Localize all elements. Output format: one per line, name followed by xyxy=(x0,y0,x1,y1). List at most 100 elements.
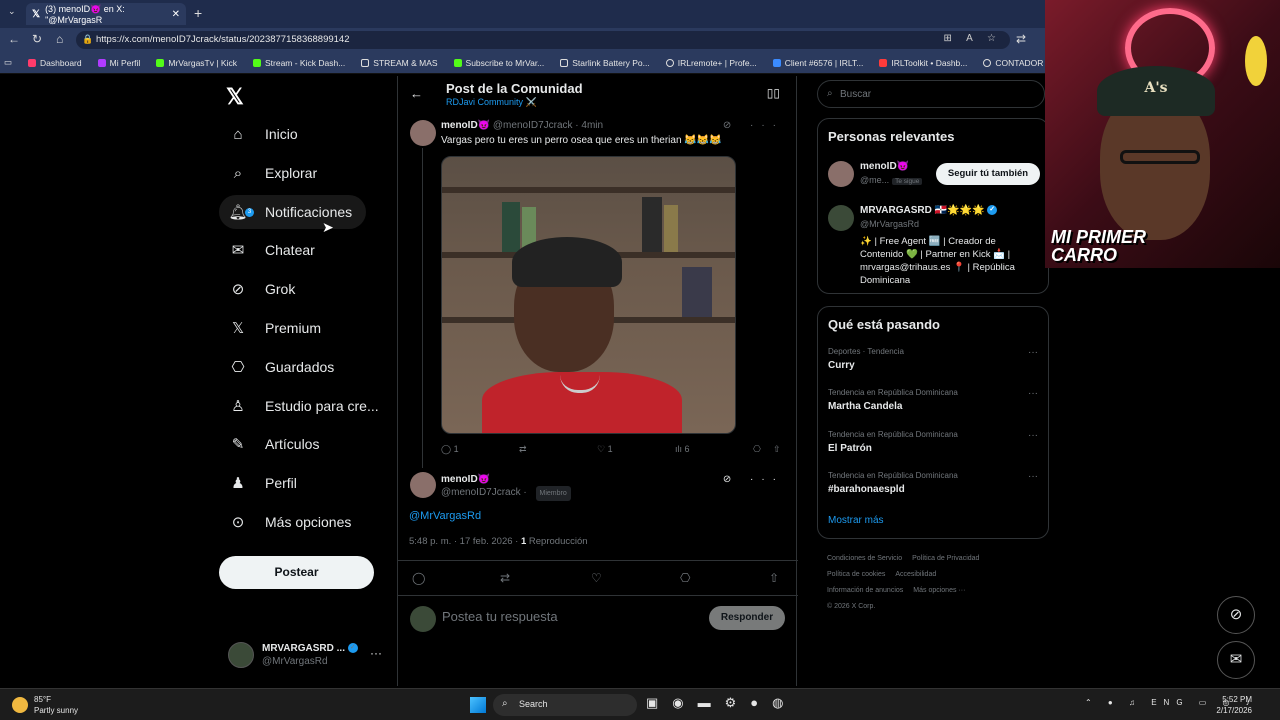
like-icon[interactable]: ♡ 1 xyxy=(597,444,613,455)
nav-item-premium[interactable]: 𝕏 Premium xyxy=(219,311,321,345)
new-tab-icon[interactable]: + xyxy=(194,5,202,21)
nav-item-chatear[interactable]: ✉ Chatear xyxy=(219,233,315,267)
tweet-author-name[interactable]: menoID😈 xyxy=(441,474,490,485)
refresh-icon[interactable]: ↻ xyxy=(32,32,42,46)
retweet-icon[interactable]: ⇄ xyxy=(519,444,527,455)
tweet-grok-more-icons[interactable]: ⊘ ··· xyxy=(723,474,784,485)
bookmark-item[interactable]: Starlink Battery Po... xyxy=(560,58,650,68)
mention-link[interactable]: @MrVargasRd xyxy=(409,510,481,522)
tweet-video[interactable] xyxy=(441,156,736,434)
post-button[interactable]: Postear xyxy=(219,556,374,589)
account-switcher[interactable]: MRVARGASRD ... ✓ @MrVargasRd ··· xyxy=(228,642,382,668)
x-logo[interactable]: 𝕏 xyxy=(226,84,244,110)
reply-input[interactable]: Postea tu respuesta xyxy=(442,609,558,624)
bookmark-item[interactable]: Client #6576 | IRLT... xyxy=(772,58,863,68)
globe-icon xyxy=(665,58,674,67)
messages-fab-icon[interactable]: ✉ xyxy=(1217,641,1255,679)
trend-item[interactable]: Tendencia en República Dominicana El Patr… xyxy=(828,430,958,454)
bookmark-item[interactable]: IRLToolkit • Dashb... xyxy=(879,58,967,68)
person-name[interactable]: MRVARGASRD 🇩🇴🌟🌟🌟 ✓ xyxy=(860,205,998,216)
more-icon[interactable]: ··· xyxy=(1028,388,1038,399)
browser-tab[interactable]: 𝕏 (3) menoID😈 en X: "@MrVargasR ✕ xyxy=(26,3,186,25)
person-bio: ✨ | Free Agent 🆓 | Creador de Contenido … xyxy=(860,236,1015,286)
nav-item-guardados[interactable]: ⎔ Guardados xyxy=(219,350,334,384)
home-browser-icon[interactable]: ⌂ xyxy=(56,32,63,46)
nav-item-articulos[interactable]: ✎ Artículos xyxy=(219,427,320,461)
share-icon[interactable]: ⇧ xyxy=(773,444,781,455)
more-icon[interactable]: ··· xyxy=(1028,430,1038,441)
footer-link[interactable]: Accesibilidad xyxy=(895,571,936,578)
more-icon[interactable]: ··· xyxy=(1028,471,1038,482)
bookmark-item[interactable]: MrVargasTv | Kick xyxy=(156,58,237,68)
footer-link[interactable]: Más opciones ··· xyxy=(913,587,965,594)
tweet-author-handle: @menoID7Jcrack · xyxy=(441,487,527,498)
footer-link[interactable]: Política de Privacidad xyxy=(912,555,979,562)
trend-item[interactable]: Tendencia en República Dominicana #baraho… xyxy=(828,471,958,495)
bookmark-item[interactable]: Dashboard xyxy=(28,58,82,68)
nav-item-grok[interactable]: ⊘ Grok xyxy=(219,272,296,306)
search-icon: ⌕ xyxy=(502,698,508,709)
follow-button[interactable]: Seguir tú también xyxy=(936,163,1040,185)
bookmark-item[interactable]: Subscribe to MrVar... xyxy=(453,58,544,68)
url-action-icons[interactable]: ⊞ A ☆ xyxy=(944,33,1002,44)
avatar[interactable] xyxy=(828,161,854,187)
footer-link[interactable]: Información de anuncios xyxy=(827,587,903,594)
search-placeholder: Buscar xyxy=(840,89,872,100)
close-tab-icon[interactable]: ✕ xyxy=(172,9,180,20)
tab-menu-icon[interactable]: ⌄ xyxy=(8,6,16,17)
bookmark-item[interactable]: STREAM & MAS xyxy=(361,58,438,68)
taskbar-search[interactable]: ⌕ Search xyxy=(493,694,637,716)
x-favicon-icon: 𝕏 xyxy=(32,8,41,20)
url-field[interactable]: 🔒 https://x.com/menoID7Jcrack/status/202… xyxy=(76,31,1010,49)
person-handle: @me... Te sigue xyxy=(860,175,923,185)
more-icon[interactable]: ··· xyxy=(1028,347,1038,358)
nav-item-mas-opciones[interactable]: ⊙ Más opciones xyxy=(219,505,352,539)
back-icon[interactable]: ← xyxy=(8,32,20,46)
nav-item-inicio[interactable]: ⌂ Inicio xyxy=(219,117,297,151)
clock[interactable]: 5:52 PM 2/17/2026 xyxy=(1212,694,1252,716)
reply-button[interactable]: Responder xyxy=(709,606,785,630)
avatar[interactable] xyxy=(410,472,436,498)
tab-title: (3) menoID😈 en X: "@MrVargasR xyxy=(45,3,125,25)
weather-widget[interactable]: 85°F Partly sunny xyxy=(12,694,78,716)
bookmark-icon[interactable]: ⎔ xyxy=(680,571,690,585)
show-more-link[interactable]: Mostrar más xyxy=(828,515,884,526)
community-link[interactable]: RDJavi Community ⚔️ xyxy=(446,97,537,108)
reply-icon[interactable]: ◯ xyxy=(412,571,425,585)
tweet-author-name[interactable]: menoID😈 xyxy=(441,120,490,131)
tweet-grok-more-icons[interactable]: ⊘ ··· xyxy=(723,120,784,131)
webcam-overlay: A's MI PRIMER CARRO xyxy=(1045,0,1280,268)
nav-item-notificaciones[interactable]: 🔔︎ 3 Notificaciones xyxy=(219,195,367,229)
pinned-apps[interactable]: ▣◉▬⚙●◍ xyxy=(646,695,797,711)
retweet-icon[interactable]: ⇄ xyxy=(500,571,510,585)
trend-item[interactable]: Tendencia en República Dominicana Martha … xyxy=(828,388,958,412)
grok-fab-icon[interactable]: ⊘ xyxy=(1217,596,1255,634)
nav-item-perfil[interactable]: ♟ Perfil xyxy=(219,466,297,500)
avatar[interactable] xyxy=(410,120,436,146)
nav-item-explorar[interactable]: ⌕ Explorar xyxy=(219,156,317,190)
nav-item-estudio[interactable]: ♙ Estudio para cre... xyxy=(219,389,378,423)
bookmark-item[interactable]: Mi Perfil xyxy=(97,58,140,68)
trend-item[interactable]: Deportes · Tendencia Curry xyxy=(828,347,904,371)
more-icon[interactable]: ··· xyxy=(370,646,382,660)
windows-start-icon[interactable] xyxy=(470,697,486,713)
search-input[interactable]: ⌕ Buscar xyxy=(817,80,1045,108)
bookmarks-menu-icon[interactable]: ▭ xyxy=(4,57,12,68)
language-indicator: ENG xyxy=(1151,698,1190,707)
bookmark-icon[interactable]: ⎔ xyxy=(753,444,761,455)
footer-link[interactable]: Condiciones de Servicio xyxy=(827,555,902,562)
tweet-header: menoID😈 @menoID7Jcrack · 4min xyxy=(441,120,603,131)
reader-icon[interactable]: ▯▯ xyxy=(767,86,780,100)
bookmark-item[interactable]: Stream - Kick Dash... xyxy=(252,58,345,68)
bookmark-item[interactable]: IRLremote+ | Profe... xyxy=(665,58,757,68)
bookmark-item[interactable]: CONTADOR xyxy=(983,58,1043,68)
avatar[interactable] xyxy=(828,205,854,231)
back-arrow-icon[interactable]: ← xyxy=(410,86,423,101)
reply-icon[interactable]: ◯ 1 xyxy=(441,444,459,455)
like-icon[interactable]: ♡ xyxy=(591,571,602,585)
footer-link[interactable]: Política de cookies xyxy=(827,571,885,578)
extensions-icon[interactable]: ⇄ xyxy=(1016,32,1026,46)
views-icon[interactable]: ılı 6 xyxy=(675,444,690,454)
person-name[interactable]: menoID😈 xyxy=(860,161,909,172)
share-icon[interactable]: ⇧ xyxy=(769,571,779,585)
